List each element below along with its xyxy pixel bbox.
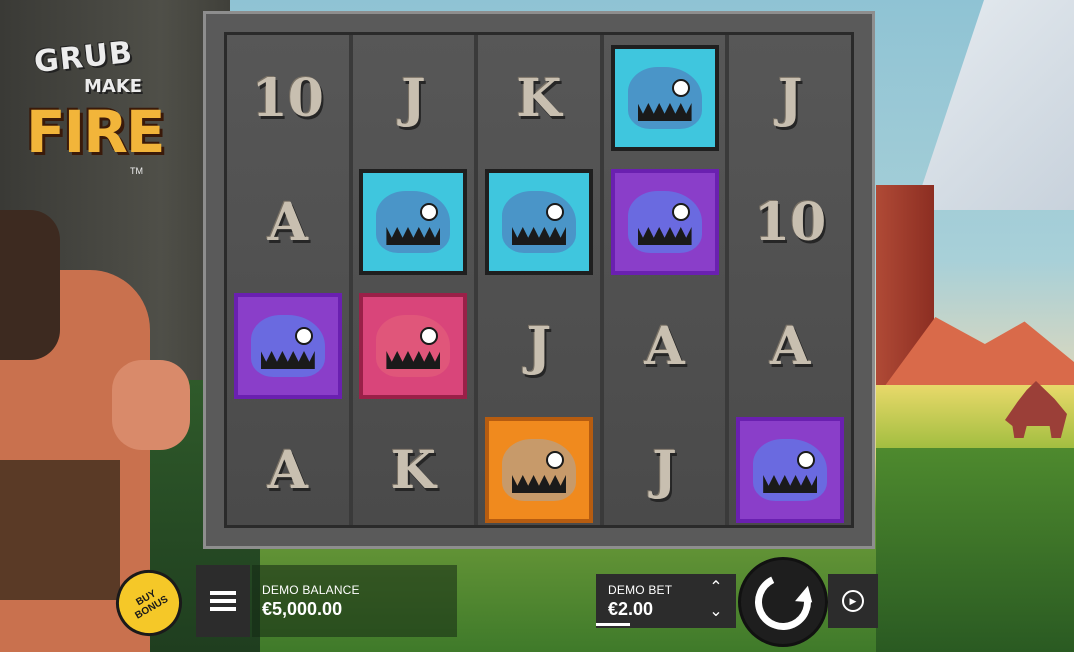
autoplay-button[interactable]: ▶ — [828, 574, 878, 628]
logo-trademark: TM — [130, 166, 143, 176]
letter-symbol: J — [652, 439, 677, 501]
reel-cell: A — [227, 407, 349, 533]
reel-cell: J — [604, 407, 726, 533]
balance-panel: DEMO BALANCE €5,000.00 — [252, 565, 457, 637]
reel-grid: 10 A A J K K J A J J 10 A — [224, 32, 854, 528]
letter-symbol: A — [267, 439, 308, 501]
purple-dino-symbol — [610, 169, 719, 275]
spin-button[interactable] — [738, 557, 828, 647]
reel-cell: K — [478, 35, 600, 161]
bet-value: €2.00 — [608, 599, 654, 619]
chevron-down-icon[interactable]: ⌄ — [708, 604, 724, 620]
letter-symbol: J — [526, 315, 552, 377]
reel-cell: 10 — [227, 35, 349, 161]
letter-symbol: 10 — [251, 67, 324, 129]
letter-symbol: J — [401, 67, 426, 129]
menu-button[interactable] — [196, 565, 250, 637]
blue-shark-symbol — [359, 169, 468, 275]
reel-cell — [729, 407, 851, 533]
balance-label: DEMO BALANCE — [262, 583, 360, 597]
spin-icon — [747, 566, 819, 638]
letter-symbol: 10 — [753, 191, 827, 253]
reel-1: 10 A A — [227, 35, 349, 525]
reel-cell — [353, 159, 475, 285]
letter-symbol: A — [267, 191, 308, 253]
letter-symbol: A — [769, 315, 811, 377]
reel-4: AJ — [603, 35, 726, 525]
reel-cell: J — [353, 35, 475, 161]
letter-symbol: K — [390, 439, 436, 501]
reel-cell — [478, 159, 600, 285]
logo-word-make: MAKE — [84, 76, 143, 97]
reel-cell: J — [729, 35, 851, 161]
letter-symbol: K — [516, 67, 562, 129]
reel-cell: A — [227, 159, 349, 285]
autoplay-icon: ▶ — [842, 590, 864, 612]
bet-label: DEMO BET — [608, 583, 673, 597]
letter-symbol: J — [777, 67, 803, 129]
logo-word-fire: FIRE — [26, 98, 165, 166]
logo-word-grub: GRUB — [32, 34, 135, 81]
grass-foreground-right — [876, 448, 1074, 652]
menu-icon — [210, 591, 236, 611]
reel-cell: 10 — [729, 159, 851, 285]
reel-board: 10 A A J K K J A J J 10 A — [203, 11, 875, 549]
bet-indicator — [596, 623, 630, 626]
reel-cell: K — [353, 407, 475, 533]
bet-stepper: ⌃ ⌄ — [696, 574, 736, 628]
reel-cell — [604, 35, 726, 161]
reel-cell — [478, 407, 600, 533]
chevron-up-icon[interactable]: ⌃ — [708, 580, 724, 596]
blue-shark-symbol — [610, 45, 719, 151]
reel-cell — [353, 283, 475, 409]
reel-5: J 10 A — [729, 35, 851, 525]
reel-3: KJ — [478, 35, 600, 525]
reel-cell — [227, 283, 349, 409]
letter-symbol: A — [644, 315, 685, 377]
purple-dino-symbol — [233, 293, 342, 399]
purple-dino-symbol — [736, 417, 845, 523]
reel-cell: A — [729, 283, 851, 409]
reel-cell: J — [478, 283, 600, 409]
red-raptor-symbol — [359, 293, 468, 399]
balance-value: €5,000.00 — [262, 599, 343, 619]
blue-shark-symbol — [484, 169, 593, 275]
reel-2: JK — [352, 35, 475, 525]
reel-cell: A — [604, 283, 726, 409]
game-logo: GRUB MAKE FIRE TM — [22, 35, 165, 188]
bet-panel: DEMO BET €2.00 — [596, 574, 696, 628]
reel-cell — [604, 159, 726, 285]
bear-symbol — [484, 417, 593, 523]
